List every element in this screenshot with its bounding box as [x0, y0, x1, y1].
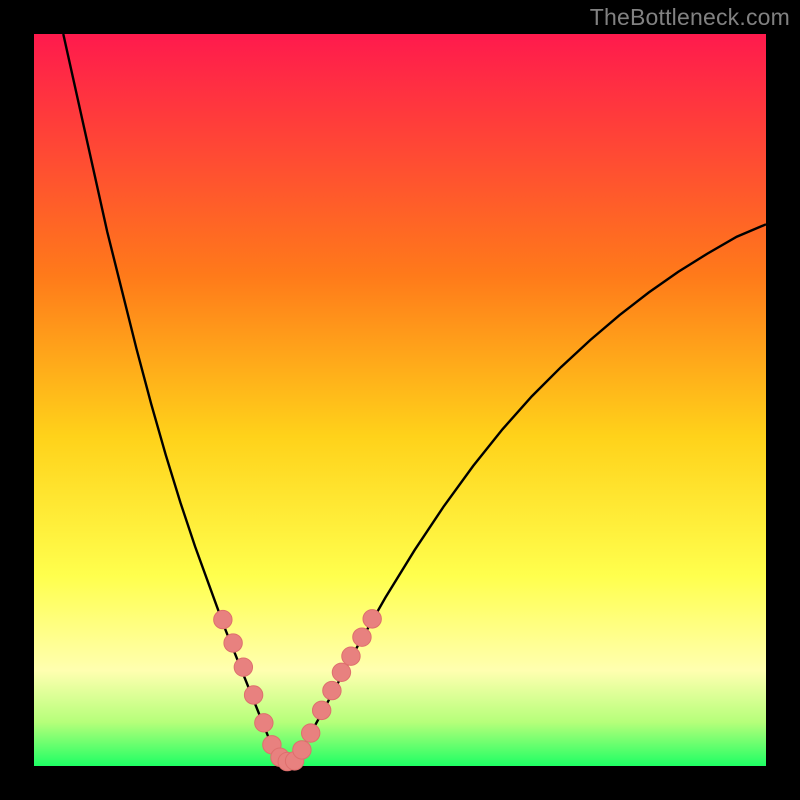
plot-background [34, 34, 766, 766]
data-marker [234, 658, 252, 676]
chart-container: { "watermark": "TheBottleneck.com", "col… [0, 0, 800, 800]
data-marker [332, 663, 350, 681]
data-marker [323, 681, 341, 699]
data-marker [363, 610, 381, 628]
watermark-text: TheBottleneck.com [590, 4, 790, 31]
data-marker [302, 724, 320, 742]
data-marker [214, 610, 232, 628]
data-marker [244, 686, 262, 704]
data-marker [353, 628, 371, 646]
data-marker [312, 701, 330, 719]
data-marker [342, 647, 360, 665]
data-marker [293, 741, 311, 759]
data-marker [255, 714, 273, 732]
data-marker [224, 634, 242, 652]
plot-svg [0, 0, 800, 800]
